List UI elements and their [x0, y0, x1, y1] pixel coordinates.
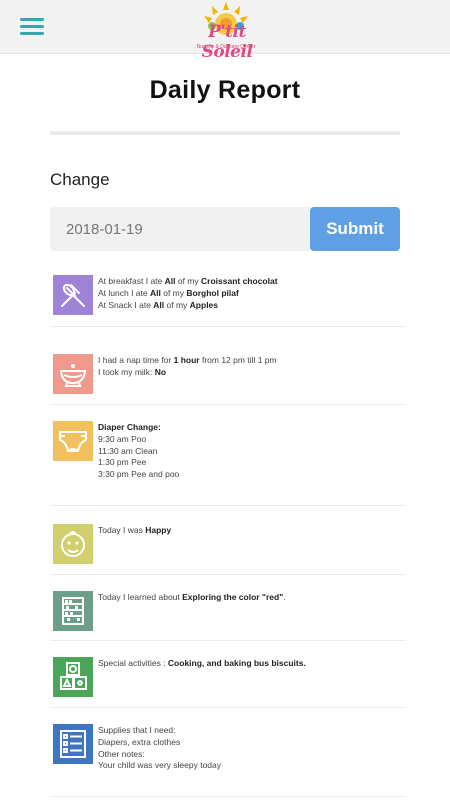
top-bar: P'tit Soleil Nursery & Daycare Center — [0, 0, 450, 62]
nap-line: I had a nap time for 1 hour from 12 pm t… — [98, 355, 277, 365]
change-label: Change — [50, 170, 110, 189]
date-input[interactable] — [50, 207, 310, 251]
bowl-icon — [53, 354, 93, 394]
notes-text: Your child was very sleepy today — [98, 760, 222, 771]
diaper-heading: Diaper Change: — [98, 422, 161, 432]
milk-line: I took my milk: No — [98, 366, 167, 377]
section-divider — [50, 505, 406, 506]
baby-face-icon — [53, 524, 93, 564]
section-divider — [50, 707, 406, 708]
diaper-entry: 3:30 pm Pee and poo — [98, 469, 180, 480]
snack-line: At Snack I ate All of my Apples — [98, 299, 219, 310]
section-divider — [50, 640, 406, 641]
diaper-entry: 1:30 pm Pee — [98, 457, 147, 468]
section-divider — [50, 574, 406, 575]
toy-blocks-icon — [53, 657, 93, 697]
title-divider — [50, 131, 400, 135]
supplies-needed: Diapers, extra clothes — [98, 736, 181, 747]
page-title: Daily Report — [149, 76, 301, 104]
hamburger-menu-icon[interactable] — [20, 18, 44, 36]
diaper-entry: 11:30 am Clean — [98, 445, 158, 456]
logo-subtitle: Nursery & Daycare Center — [196, 44, 256, 50]
notes-heading: Other notes: — [98, 748, 145, 759]
section-divider — [50, 796, 406, 797]
section-divider — [50, 326, 406, 327]
breakfast-line: At breakfast I ate All of my Croissant c… — [98, 276, 278, 286]
diaper-entry: 9:30 am Poo — [98, 433, 147, 444]
fork-spoon-icon — [53, 275, 93, 315]
submit-button[interactable]: Submit — [310, 207, 400, 251]
section-divider — [50, 404, 406, 405]
supplies-heading: Supplies that I need: — [98, 725, 176, 735]
lunch-line: At lunch I ate All of my Borghol pilaf — [98, 287, 239, 298]
learning-line: Today I learned about Exploring the colo… — [98, 592, 286, 602]
mood-line: Today I was Happy — [98, 525, 172, 535]
checklist-icon — [53, 724, 93, 764]
abacus-icon — [53, 591, 93, 631]
activities-line: Special activities : Cooking, and baking… — [98, 658, 306, 668]
diaper-icon — [53, 421, 93, 461]
logo-text: P'tit Soleil — [201, 22, 253, 62]
logo[interactable]: P'tit Soleil Nursery & Daycare Center — [190, 2, 262, 62]
